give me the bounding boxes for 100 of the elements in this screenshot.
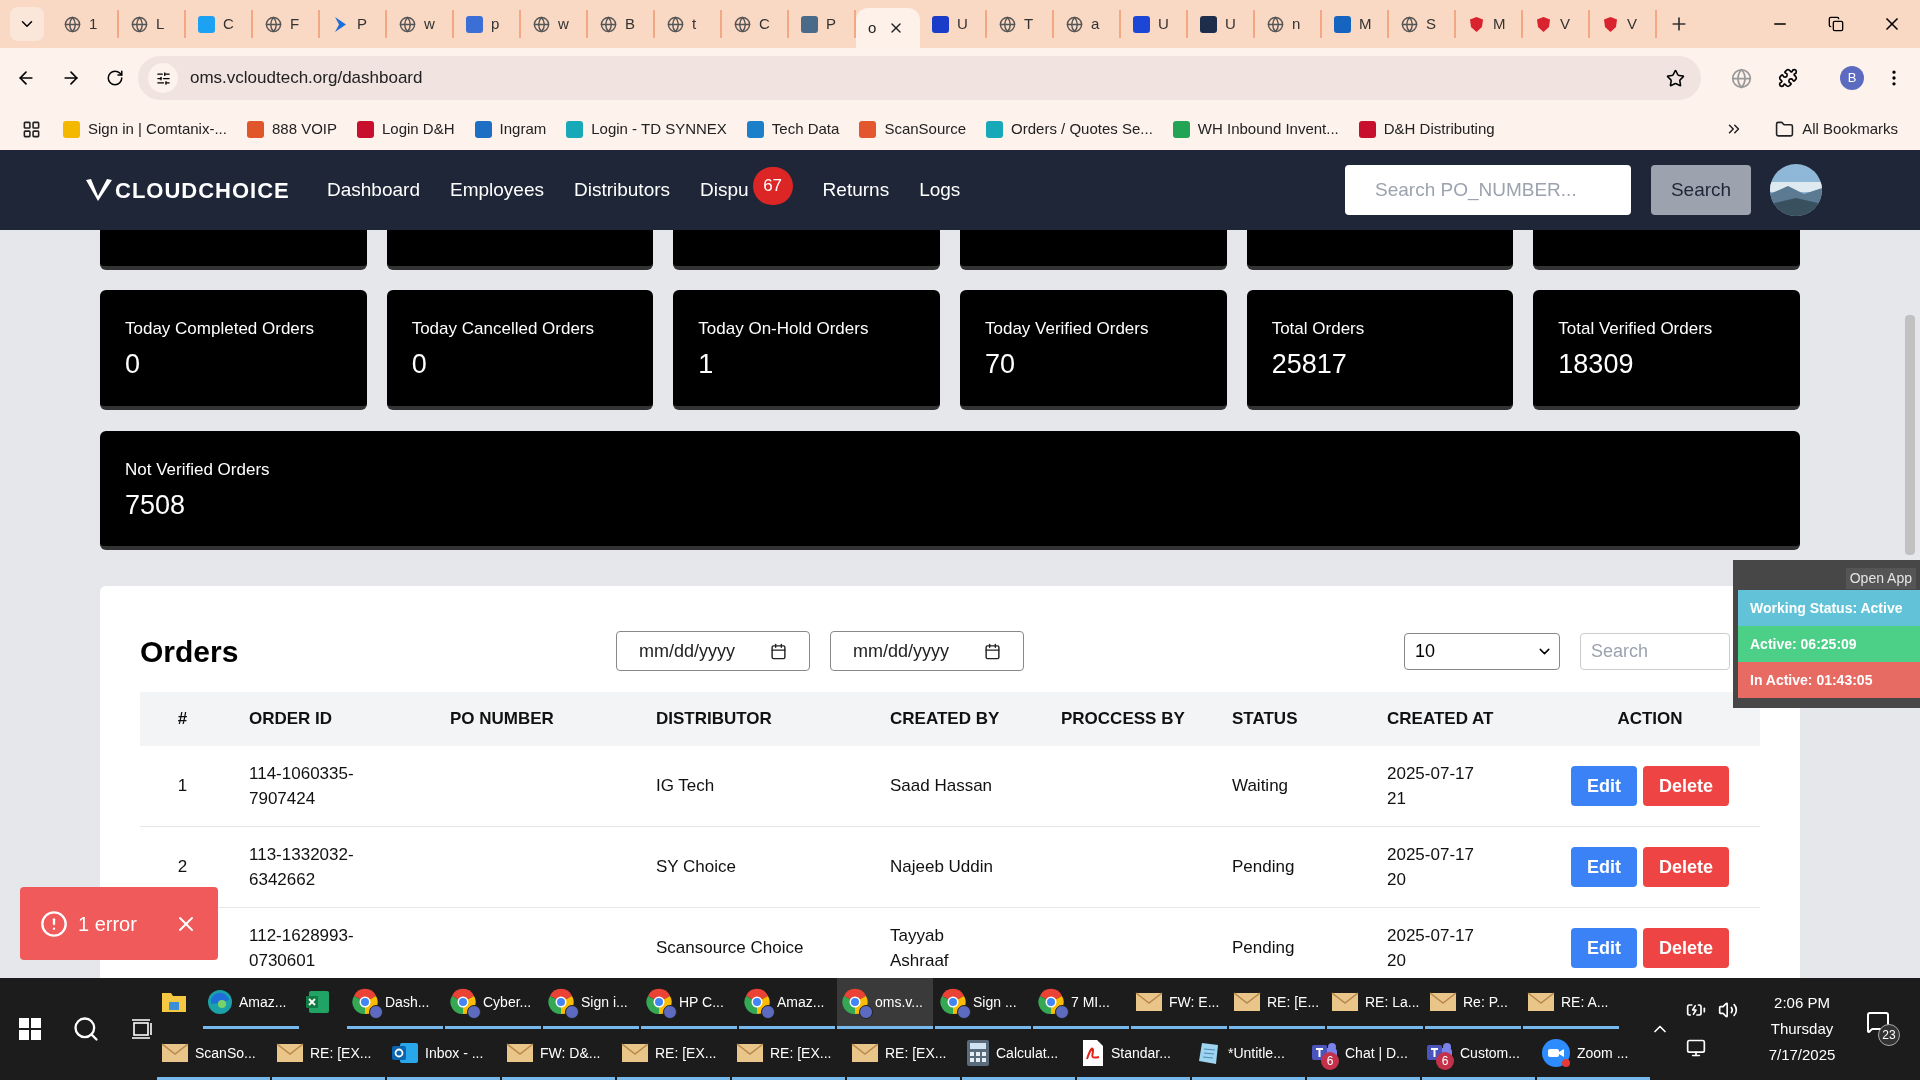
date-field[interactable]: mm/dd/yyyy [830,631,1024,671]
start-icon[interactable] [18,1017,42,1041]
browser-tab[interactable]: F [253,10,320,38]
table-cell-text: Tayyab Ashraaf [890,924,950,972]
delete-button[interactable]: Delete [1643,847,1729,887]
nav-link[interactable]: Distributors [573,175,671,205]
taskbar-app[interactable]: oms.v... [837,978,933,1029]
network-icon[interactable] [1686,1038,1706,1058]
bookmark[interactable]: Tech Data [746,117,840,141]
taskbar-app[interactable]: RE: [EX... [272,1029,385,1080]
taskbar-app[interactable]: Cyber... [445,978,541,1029]
browser-tab[interactable]: T [987,10,1054,38]
taskbar-app[interactable]: FW: D&... [502,1029,615,1080]
taskbar-app[interactable]: RE: [EX... [847,1029,960,1080]
taskbar-app[interactable]: Re: P... [1425,978,1521,1029]
stat-value: 1 [698,347,715,381]
taskbar-app[interactable]: RE: La... [1327,978,1423,1029]
delete-button[interactable]: Delete [1643,928,1729,968]
taskbar-app[interactable]: Zoom ... [1537,1029,1650,1080]
bookmark[interactable]: Ingram [474,117,547,141]
taskbar-app[interactable]: Inbox - ... [387,1029,500,1080]
browser-tab[interactable]: M [1456,10,1523,38]
taskbar-app[interactable]: Standar... [1077,1029,1190,1080]
browser-tab[interactable]: o [856,8,920,48]
volume-icon[interactable] [1718,1000,1738,1020]
browser-tab[interactable]: M [1322,10,1389,38]
stat-label: Today Verified Orders [985,318,1150,340]
taskbar-app[interactable]: 6 Chat | D... [1307,1029,1420,1080]
taskbar-app[interactable]: RE: A... [1523,978,1619,1029]
bookmark[interactable]: Login D&H [357,117,455,141]
taskbar-app[interactable]: ScanSo... [157,1029,270,1080]
browser-tab[interactable]: C [186,10,253,38]
edit-button[interactable]: Edit [1571,847,1637,887]
taskbar-app[interactable]: 7 MI... [1033,978,1129,1029]
nav-link[interactable]: Logs [919,175,961,205]
browser-tab[interactable]: n [1255,10,1322,38]
taskbar-app[interactable]: HP C... [641,978,737,1029]
browser-tab[interactable]: w [521,10,588,38]
taskbar-app[interactable]: FW: E... [1131,978,1227,1029]
taskbar-app[interactable]: Dash... [347,978,443,1029]
browser-tab[interactable]: U [1121,10,1188,38]
browser-icon [645,988,673,1016]
browser-tab[interactable]: P [320,10,387,38]
bookmark[interactable]: D&H Distributing [1358,117,1495,141]
taskbar-app[interactable]: RE: [E... [1229,978,1325,1029]
scrollbar-thumb[interactable] [1905,315,1915,555]
taskbar-app[interactable]: RE: [EX... [617,1029,730,1080]
open-app-link[interactable]: Open App [1845,567,1916,589]
bookmark[interactable]: Login - TD SYNNEX [566,117,727,141]
restore-icon[interactable] [1828,16,1844,32]
profile-avatar[interactable]: B [1840,66,1864,90]
page-size-select[interactable]: 10 [1404,632,1560,670]
browser-tab[interactable]: p [454,10,521,38]
all-bookmarks-button[interactable]: All Bookmarks [1775,117,1898,141]
taskbar-app[interactable]: Amaz... [739,978,835,1029]
browser-tab[interactable]: U [920,10,987,38]
browser-tab[interactable]: t [655,10,722,38]
edit-button[interactable]: Edit [1571,766,1637,806]
bookmark[interactable]: 888 VOIP [246,117,337,141]
date-field[interactable]: mm/dd/yyyy [616,631,810,671]
search-button[interactable]: Search [1651,165,1751,215]
app-label: Sign i... [581,992,628,1012]
nav-link[interactable]: Employees [449,175,544,205]
star-icon[interactable] [1666,68,1685,88]
browser-tab[interactable]: V [1590,10,1657,38]
browser-tab[interactable]: 1 [52,10,119,38]
browser-tab[interactable]: B [588,10,655,38]
browser-tab[interactable]: S [1389,10,1456,38]
taskbar-app[interactable]: Calculat... [962,1029,1075,1080]
nav-link[interactable]: Dispu 67 [700,167,793,213]
edit-button[interactable]: Edit [1571,928,1637,968]
task-view-icon[interactable] [130,1017,154,1041]
browser-tab[interactable]: U [1188,10,1255,38]
bookmark[interactable]: Orders / Quotes Se... [986,117,1153,141]
delete-button[interactable]: Delete [1643,766,1729,806]
taskbar-app[interactable]: *Untitle... [1192,1029,1305,1080]
nav-link[interactable]: Dashboard [327,175,420,205]
bookmark[interactable]: ScanSource [859,117,967,141]
nav-link[interactable]: Returns [822,175,890,205]
reload-icon[interactable] [106,69,124,87]
taskbar-app[interactable]: Sign ... [935,978,1031,1029]
taskbar-app[interactable]: Amaz... [203,978,299,1029]
clock[interactable]: 2:06 PM Thursday 7/17/2025 [1756,990,1848,1068]
bookmark[interactable]: Sign in | Comtanix-... [63,117,227,141]
address-bar[interactable]: oms.vcloudtech.org/dashboard [138,56,1701,100]
site-info-icon[interactable] [148,63,178,93]
browser-tab[interactable]: V [1523,10,1590,38]
search-icon[interactable] [72,1015,100,1043]
notifications-button[interactable]: 23 [1866,1010,1902,1048]
apps-icon[interactable] [22,119,41,139]
browser-tab[interactable]: a [1054,10,1121,38]
browser-tab[interactable]: L [119,10,186,38]
bookmark[interactable]: WH Inbound Invent... [1172,117,1339,141]
browser-tab[interactable]: w [387,10,454,38]
globe-icon[interactable] [1731,67,1752,89]
taskbar-app[interactable]: Sign i... [543,978,639,1029]
extensions-icon[interactable] [1778,68,1798,88]
taskbar-app[interactable]: 6 Custom... [1422,1029,1535,1080]
browser-tab[interactable]: C [722,10,789,38]
taskbar-app[interactable]: RE: [EX... [732,1029,845,1080]
